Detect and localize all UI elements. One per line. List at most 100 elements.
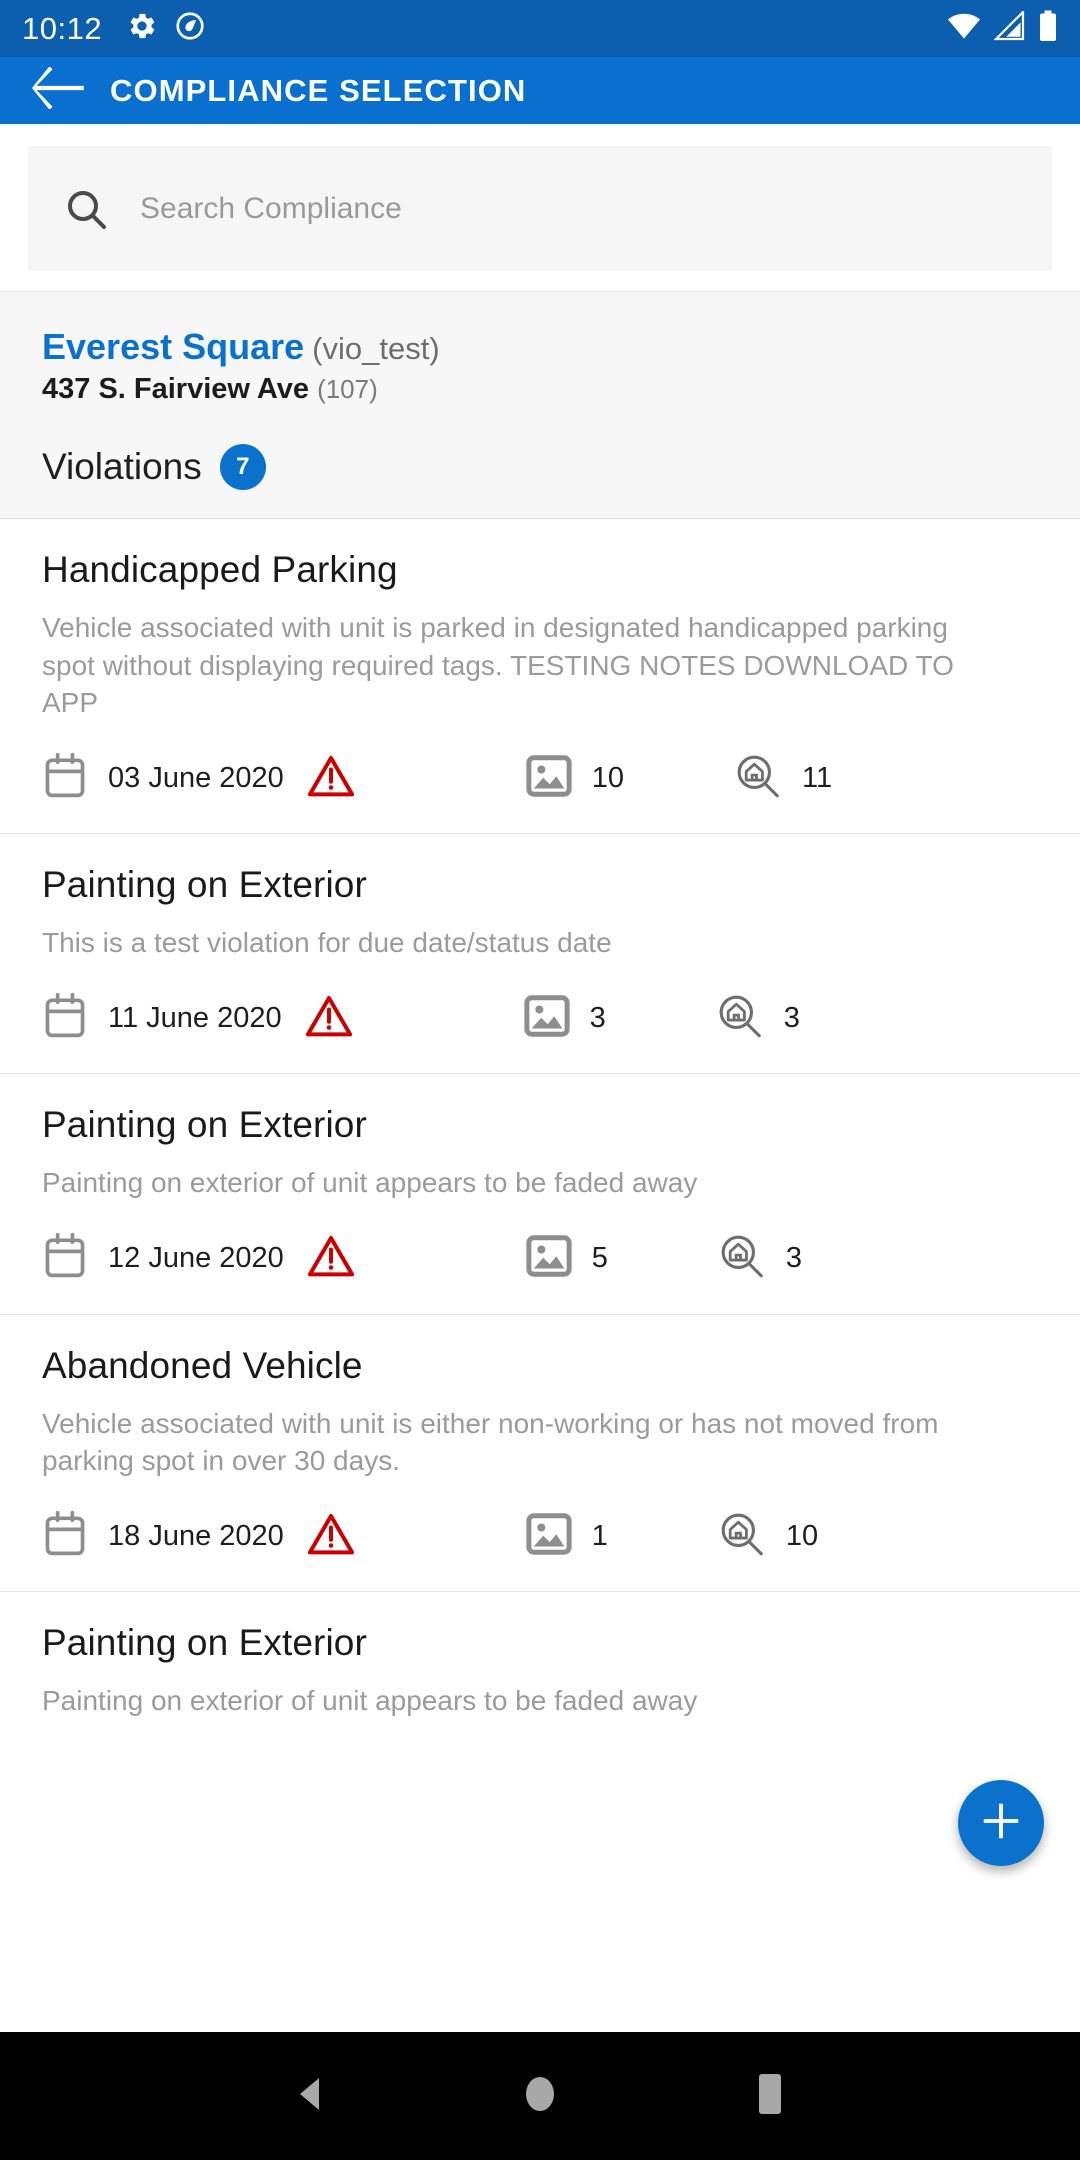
violation-description: Vehicle associated with unit is parked i… bbox=[42, 612, 954, 718]
property-code: (vio_test) bbox=[312, 331, 440, 366]
property-address: 437 S. Fairview Ave bbox=[42, 373, 310, 406]
battery-icon bbox=[1038, 10, 1058, 47]
warning-triangle-icon bbox=[307, 1512, 354, 1561]
violation-title: Handicapped Parking bbox=[42, 549, 398, 591]
content-scroll-region[interactable]: Everest Square (vio_test) 437 S. Fairvie… bbox=[0, 124, 1080, 2032]
app-bar: COMPLIANCE SELECTION bbox=[0, 57, 1080, 124]
violation-warning-group bbox=[307, 1234, 354, 1283]
violations-label: Violations bbox=[42, 446, 202, 488]
property-name-row: Everest Square (vio_test) bbox=[42, 326, 1038, 367]
property-name: Everest Square bbox=[42, 326, 305, 367]
nav-recents-square-icon bbox=[749, 2070, 791, 2123]
violation-description: Painting on exterior of unit appears to … bbox=[42, 1167, 698, 1199]
violation-inspection-count: 11 bbox=[802, 761, 833, 794]
violation-inspection-group: 10 bbox=[718, 1510, 818, 1563]
violation-meta-row: 18 June 2020 1 10 bbox=[42, 1507, 1038, 1565]
warning-triangle-icon bbox=[307, 1234, 354, 1283]
nav-recents-button[interactable] bbox=[655, 2070, 885, 2123]
status-bar-time: 10:12 bbox=[22, 10, 103, 46]
property-unit: (107) bbox=[317, 374, 378, 405]
violations-count-badge: 7 bbox=[219, 444, 266, 491]
violation-photo-count: 3 bbox=[589, 1001, 606, 1034]
cell-signal-icon bbox=[993, 9, 1026, 46]
violation-description: Vehicle associated with unit is either n… bbox=[42, 1407, 939, 1476]
nav-home-circle-icon bbox=[519, 2073, 561, 2120]
photo-icon bbox=[524, 994, 570, 1043]
violation-photo-group: 10 bbox=[526, 754, 624, 803]
violation-card[interactable]: Abandoned Vehicle Vehicle associated with… bbox=[0, 1313, 1080, 1592]
photo-icon bbox=[526, 1512, 572, 1561]
property-address-row: 437 S. Fairview Ave (107) bbox=[42, 373, 1038, 406]
violation-photo-count: 10 bbox=[591, 761, 625, 794]
violation-title: Painting on Exterior bbox=[42, 1622, 367, 1664]
violation-card[interactable]: Painting on Exterior Painting on exterior… bbox=[0, 1591, 1080, 1746]
wifi-icon bbox=[946, 11, 982, 46]
violation-description: This is a test violation for due date/st… bbox=[42, 927, 612, 959]
search-input[interactable] bbox=[140, 191, 1018, 226]
violation-date: 03 June 2020 bbox=[108, 761, 284, 794]
status-bar-right-icons bbox=[946, 9, 1058, 47]
violation-photo-group: 5 bbox=[526, 1234, 608, 1283]
search-section bbox=[0, 124, 1080, 291]
status-bar: 10:12 bbox=[0, 0, 1080, 57]
violation-meta-row: 03 June 2020 10 11 bbox=[42, 749, 1038, 807]
violation-inspection-group: 3 bbox=[716, 992, 800, 1045]
page-title: COMPLIANCE SELECTION bbox=[110, 72, 527, 108]
violation-warning-group bbox=[307, 754, 354, 803]
violation-inspection-count: 3 bbox=[783, 1001, 800, 1034]
plus-icon bbox=[978, 1798, 1024, 1849]
violation-inspection-count: 3 bbox=[785, 1242, 803, 1275]
photo-icon bbox=[526, 754, 572, 803]
inspection-magnifier-house-icon bbox=[734, 752, 782, 805]
back-button[interactable] bbox=[30, 62, 88, 120]
violation-card[interactable]: Handicapped Parking Vehicle associated wi… bbox=[0, 518, 1080, 834]
violations-header: Violations 7 bbox=[42, 444, 1038, 491]
calendar-icon bbox=[42, 1510, 88, 1563]
violation-title: Painting on Exterior bbox=[42, 864, 367, 906]
search-icon bbox=[62, 185, 110, 233]
add-violation-fab[interactable] bbox=[958, 1780, 1044, 1866]
violation-date-group: 11 June 2020 bbox=[42, 992, 282, 1045]
violation-date-group: 12 June 2020 bbox=[42, 1232, 284, 1285]
violation-date-group: 18 June 2020 bbox=[42, 1510, 284, 1563]
calendar-icon bbox=[42, 992, 88, 1045]
violation-photo-group: 1 bbox=[526, 1512, 608, 1561]
warning-triangle-icon bbox=[307, 754, 354, 803]
violation-photo-count: 5 bbox=[591, 1242, 608, 1275]
inspection-magnifier-house-icon bbox=[718, 1232, 766, 1285]
photo-icon bbox=[526, 1234, 572, 1283]
violation-meta-row: 12 June 2020 5 3 bbox=[42, 1230, 1038, 1288]
violation-warning-group bbox=[307, 1512, 354, 1561]
violation-list: Handicapped Parking Vehicle associated wi… bbox=[0, 518, 1080, 1746]
violation-inspection-group: 11 bbox=[734, 752, 832, 805]
nav-home-button[interactable] bbox=[425, 2073, 655, 2120]
violation-photo-group: 3 bbox=[524, 994, 606, 1043]
violation-title: Painting on Exterior bbox=[42, 1104, 367, 1146]
violation-inspection-count: 10 bbox=[785, 1519, 819, 1552]
gear-icon bbox=[126, 10, 158, 47]
app-root: 10:12 COMPLIANCE SELECTION Search Compli… bbox=[0, 0, 1080, 2160]
search-box[interactable] bbox=[28, 146, 1052, 271]
status-bar-left-icons bbox=[126, 10, 206, 47]
property-header: Everest Square (vio_test) 437 S. Fairvie… bbox=[0, 291, 1080, 519]
violation-card[interactable]: Painting on Exterior Painting on exterior… bbox=[0, 1073, 1080, 1314]
calendar-icon bbox=[42, 1232, 88, 1285]
nav-back-button[interactable] bbox=[195, 2073, 425, 2120]
violation-meta-row: 11 June 2020 3 3 bbox=[42, 989, 1038, 1047]
violation-date: 18 June 2020 bbox=[108, 1519, 284, 1552]
back-arrow-icon bbox=[32, 66, 86, 114]
violation-date-group: 03 June 2020 bbox=[42, 752, 284, 805]
calendar-icon bbox=[42, 752, 88, 805]
inspection-magnifier-house-icon bbox=[718, 1510, 766, 1563]
violation-photo-count: 1 bbox=[591, 1519, 608, 1552]
violation-inspection-group: 3 bbox=[718, 1232, 802, 1285]
violation-date: 11 June 2020 bbox=[108, 1001, 282, 1034]
location-circle-icon bbox=[174, 10, 206, 47]
nav-back-triangle-icon bbox=[289, 2073, 331, 2120]
violation-date: 12 June 2020 bbox=[108, 1242, 284, 1275]
warning-triangle-icon bbox=[305, 994, 352, 1043]
violation-description: Painting on exterior of unit appears to … bbox=[42, 1685, 698, 1717]
violation-card[interactable]: Painting on Exterior This is a test viola… bbox=[0, 833, 1080, 1074]
violation-title: Abandoned Vehicle bbox=[42, 1344, 363, 1386]
inspection-magnifier-house-icon bbox=[716, 992, 764, 1045]
